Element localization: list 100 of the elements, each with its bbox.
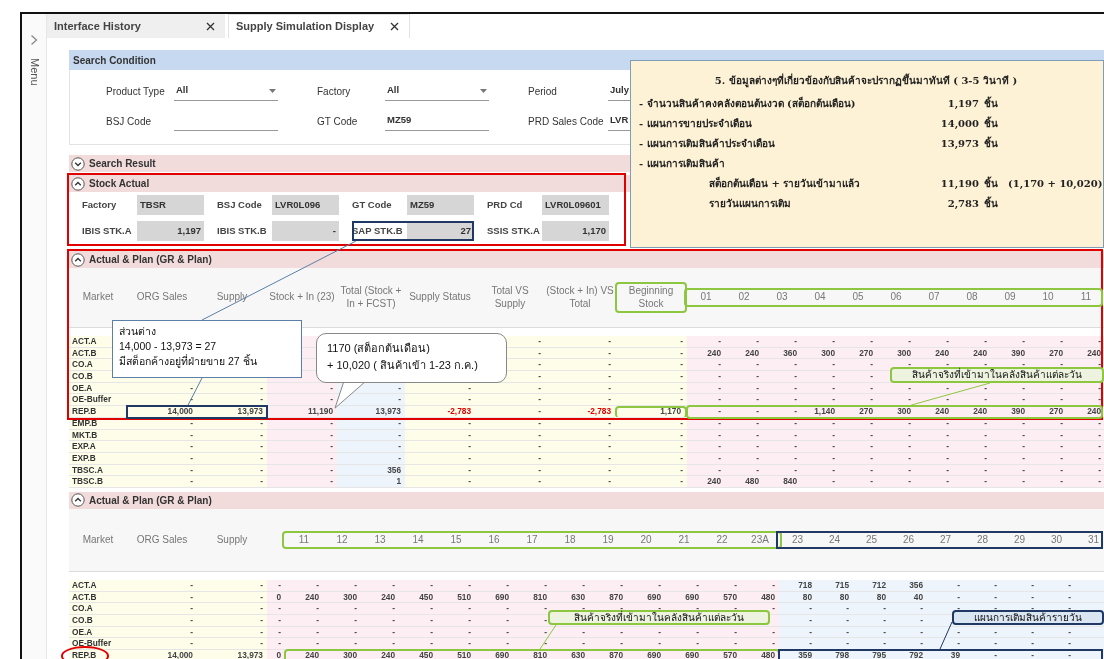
field-label: SSIS STK.A: [487, 223, 541, 238]
select-field[interactable]: All: [174, 81, 278, 101]
table-cell: -: [127, 579, 197, 592]
table-cell: -: [1067, 476, 1104, 488]
info-detail: (1,170 + 10,020): [1008, 176, 1103, 191]
table-cell: -: [1038, 638, 1075, 651]
table-cell: -: [763, 441, 801, 453]
table-cell: 795: [853, 650, 890, 659]
row-header: ACT.A: [69, 579, 127, 592]
table-cell: 810: [513, 650, 551, 659]
column-header: Beginning Stock: [615, 282, 687, 313]
tab[interactable]: Supply Simulation Display: [228, 14, 410, 38]
tab[interactable]: Interface History: [47, 14, 225, 38]
column-header: 06: [889, 291, 903, 304]
column-header: 23A: [750, 533, 770, 547]
table-cell: 14,000: [127, 650, 197, 659]
table-cell: 270: [1029, 406, 1067, 418]
table-cell: -: [127, 394, 197, 407]
field-label: PRD Sales Code: [528, 114, 605, 129]
input-field[interactable]: MZ59: [385, 111, 489, 131]
table-cell: -: [687, 371, 725, 383]
table-cell: -: [513, 603, 551, 615]
chevron-down-icon[interactable]: [71, 156, 85, 171]
close-icon[interactable]: [206, 21, 215, 31]
menu-label[interactable]: Menu: [28, 58, 40, 86]
column-header: 03: [775, 291, 789, 304]
info-unit: ชิ้น: [984, 135, 999, 151]
table-cell: 13,973: [197, 650, 267, 659]
table-cell: -: [853, 615, 890, 627]
column-header: 25: [864, 533, 879, 547]
table-cell: -: [267, 441, 337, 453]
table-cell: -: [323, 603, 361, 615]
table-cell: -: [839, 336, 877, 348]
chevron-up-icon[interactable]: [71, 252, 85, 267]
column-header: 24: [827, 533, 842, 547]
field-label: IBIS STK.A: [82, 223, 133, 238]
leader-line: [939, 621, 953, 650]
table-cell: -: [779, 603, 816, 615]
table-cell: -: [801, 359, 839, 372]
column-header: 02: [737, 291, 751, 304]
table-cell: -: [545, 441, 615, 453]
table-cell: -: [405, 476, 475, 488]
table-cell: -: [615, 441, 687, 453]
field-label: BSJ Code: [106, 114, 153, 129]
section-title: Search Condition: [73, 53, 156, 68]
info-value: 1,197: [946, 96, 979, 111]
table-cell: -: [615, 359, 687, 372]
table-cell: -: [127, 615, 197, 627]
column-header: 18: [563, 533, 577, 547]
table-cell: -: [285, 615, 323, 627]
callout-label: สินค้าจริงที่เข้ามาในคลังสินค้าแต่ละวัน: [890, 367, 1104, 383]
column-header: Total VS Supply: [490, 285, 530, 310]
table-cell: 690: [665, 650, 703, 659]
table-cell: -: [801, 476, 839, 488]
readonly-field: -: [272, 221, 339, 241]
table-cell: -: [801, 394, 839, 407]
table-cell: -: [197, 394, 267, 407]
table-cell: -: [687, 359, 725, 372]
info-unit: ชิ้น: [984, 95, 999, 111]
table-cell: -: [589, 638, 627, 651]
table-cell: -: [127, 638, 197, 651]
column-header: 12: [335, 533, 349, 547]
chevron-up-icon[interactable]: [71, 493, 85, 508]
table-cell: -: [964, 650, 1001, 659]
table-cell: -: [763, 406, 801, 418]
table-cell: 11,190: [267, 406, 337, 418]
table-cell: -: [475, 441, 545, 453]
chevron-right-icon[interactable]: [30, 34, 38, 46]
table-cell: 690: [627, 650, 665, 659]
column-header: 28: [975, 533, 990, 547]
select-field[interactable]: All: [385, 81, 489, 101]
table-cell: -: [323, 638, 361, 651]
table-cell: -: [267, 615, 285, 627]
info-text: - แผนการเติมสินค้าประจำเดือน: [639, 136, 776, 151]
column-header: Supply: [215, 291, 249, 304]
field-label: PRD Cd: [487, 197, 524, 212]
table-cell: -: [399, 579, 437, 592]
table-cell: -: [915, 441, 953, 453]
table-cell: -: [323, 615, 361, 627]
table-cell: -: [399, 638, 437, 651]
table-cell: -: [197, 615, 267, 627]
table-cell: -: [267, 638, 285, 651]
table-cell: 712: [853, 579, 890, 592]
table-cell: -: [285, 579, 323, 592]
info-value: 13,973: [939, 136, 979, 151]
table-cell: 240: [915, 406, 953, 418]
column-header: Market: [81, 533, 115, 547]
row-header: CO.B: [69, 615, 127, 627]
table-cell: 0: [267, 650, 285, 659]
table-cell: -: [953, 336, 991, 348]
table-cell: -: [915, 476, 953, 488]
callout-text: ส่วนต่าง: [119, 324, 157, 339]
table-cell: 690: [475, 650, 513, 659]
table-cell: -: [953, 476, 991, 488]
table-cell: -: [475, 406, 545, 418]
table-cell: 1: [337, 476, 405, 488]
chevron-up-icon[interactable]: [71, 176, 85, 191]
close-icon[interactable]: [390, 22, 399, 31]
table-cell: -: [687, 406, 725, 418]
info-value: 2,783: [946, 196, 979, 211]
